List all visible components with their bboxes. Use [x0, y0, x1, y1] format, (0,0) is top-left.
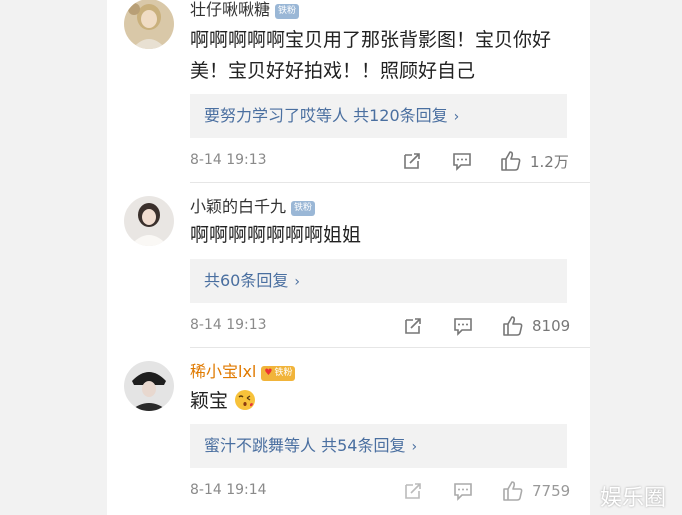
fan-badge: 铁粉: [291, 201, 316, 216]
comment-text: 颖宝: [190, 386, 575, 417]
username[interactable]: 小颖的白千九 铁粉: [190, 196, 316, 218]
share-button[interactable]: [403, 480, 423, 502]
share-icon: [405, 483, 421, 499]
like-button[interactable]: 1.2万: [500, 150, 569, 172]
avatar[interactable]: [124, 361, 174, 411]
timestamp: 8-14 19:14: [190, 482, 267, 498]
comment-text-line: 美！宝贝好好拍戏！！照顾好自己: [190, 60, 476, 82]
share-button[interactable]: [403, 315, 423, 337]
comment-text-line: 啊啊啊啊啊宝贝用了那张背影图！宝贝你好: [190, 29, 552, 51]
like-count: 8109: [532, 317, 571, 335]
reply-summary-button[interactable]: 蜜汁不跳舞等人 共54条回复 ›: [190, 424, 567, 468]
avatar-image: [124, 361, 174, 411]
left-background: [0, 0, 107, 515]
username-text[interactable]: 稀小宝lxl: [190, 362, 256, 381]
reply-summary-text: 共60条回复: [204, 271, 289, 290]
share-icon: [405, 318, 421, 334]
fan-badge: ♥ 铁粉: [261, 366, 296, 381]
avatar[interactable]: [124, 0, 174, 49]
timestamp: 8-14 19:13: [190, 152, 267, 168]
like-count: 7759: [532, 482, 571, 500]
thumbs-up-icon: [503, 316, 523, 336]
chevron-right-icon: ›: [411, 439, 418, 455]
username-text[interactable]: 小颖的白千九: [190, 197, 286, 216]
chevron-right-icon: ›: [294, 274, 300, 290]
thumbs-up-icon: [501, 151, 521, 171]
comment-item: 稀小宝lxl ♥ 铁粉 颖宝 蜜汁不跳舞等人 共54条回复 › 8-14 19:14 …: [107, 348, 590, 515]
comment-icon: [454, 483, 472, 501]
kiss-face-emoji: [235, 390, 256, 410]
comment-button[interactable]: [452, 150, 472, 172]
reply-summary-text: 蜜汁不跳舞等人 共54条回复: [204, 436, 406, 455]
comment-icon: [453, 153, 471, 171]
comment-button[interactable]: [453, 480, 473, 502]
chevron-right-icon: ›: [453, 109, 460, 125]
reply-summary-text: 要努力学习了哎等人 共120条回复: [204, 106, 448, 125]
right-background: [590, 0, 682, 515]
comment-item: 壮仔啾啾糖 铁粉 啊啊啊啊啊宝贝用了那张背影图！宝贝你好 美！宝贝好好拍戏！！照顾…: [107, 0, 590, 183]
comment-text-line: 颖宝: [190, 390, 229, 412]
fan-badge-label: 铁粉: [274, 368, 293, 378]
like-count: 1.2万: [530, 152, 569, 171]
share-button[interactable]: [402, 150, 422, 172]
timestamp: 8-14 19:13: [190, 317, 267, 333]
comment-item: 小颖的白千九 铁粉 啊啊啊啊啊啊啊姐姐 共60条回复 › 8-14 19:13 81…: [107, 183, 590, 348]
reply-summary-button[interactable]: 要努力学习了哎等人 共120条回复 ›: [190, 94, 567, 138]
fan-badge: 铁粉: [275, 4, 300, 19]
username-text[interactable]: 壮仔啾啾糖: [190, 0, 270, 19]
username[interactable]: 壮仔啾啾糖 铁粉: [190, 0, 300, 21]
share-icon: [404, 153, 420, 169]
comment-icon: [454, 318, 472, 336]
like-button[interactable]: 7759: [502, 480, 570, 502]
heart-icon: ♥: [264, 368, 273, 378]
thumbs-up-icon: [503, 481, 523, 501]
avatar-image: [124, 196, 174, 246]
reply-summary-button[interactable]: 共60条回复 ›: [190, 259, 567, 303]
watermark: 娱乐圈: [600, 486, 667, 511]
comment-button[interactable]: [453, 315, 473, 337]
avatar[interactable]: [124, 196, 174, 246]
comment-meta: 8-14 19:14 7759: [190, 480, 575, 504]
comment-meta: 8-14 19:13 8109: [190, 315, 575, 339]
comment-meta: 8-14 19:13 1.2万: [190, 150, 575, 174]
comment-text: 啊啊啊啊啊啊啊姐姐: [190, 220, 575, 251]
like-button[interactable]: 8109: [502, 315, 570, 337]
comment-text: 啊啊啊啊啊宝贝用了那张背影图！宝贝你好 美！宝贝好好拍戏！！照顾好自己: [190, 25, 575, 87]
comment-text-line: 啊啊啊啊啊啊啊姐姐: [190, 224, 362, 246]
avatar-image: [124, 0, 174, 49]
username[interactable]: 稀小宝lxl ♥ 铁粉: [190, 361, 296, 383]
